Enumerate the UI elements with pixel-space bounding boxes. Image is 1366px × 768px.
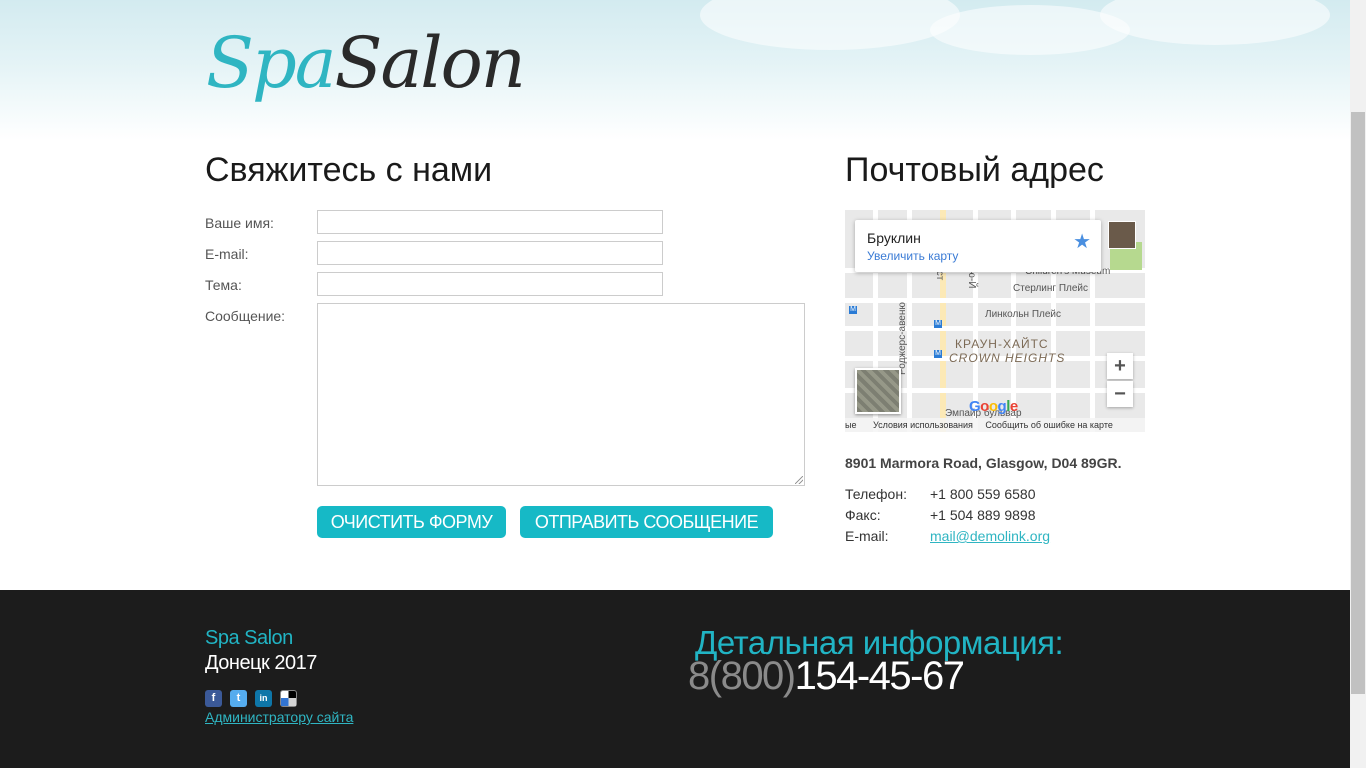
delicious-icon[interactable] bbox=[280, 690, 297, 707]
phone-label: Телефон: bbox=[845, 486, 907, 502]
metro-icon: M bbox=[934, 320, 942, 328]
postal-address: 8901 Marmora Road, Glasgow, D04 89GR. bbox=[845, 455, 1122, 471]
email-label: E-mail: bbox=[205, 246, 249, 262]
email-input[interactable] bbox=[317, 241, 663, 265]
save-star-icon[interactable]: ★ bbox=[1073, 229, 1091, 254]
header-background bbox=[0, 0, 1350, 140]
zoom-out-button[interactable]: − bbox=[1107, 381, 1133, 407]
map-report-link[interactable]: Сообщить об ошибке на карте bbox=[985, 420, 1112, 430]
footer-brand: Spa Salon bbox=[205, 627, 293, 649]
admin-link[interactable]: Администратору сайта bbox=[205, 709, 353, 725]
subject-label: Тема: bbox=[205, 277, 242, 293]
fax-label: Факс: bbox=[845, 507, 881, 523]
fax-value: +1 504 889 9898 bbox=[930, 507, 1036, 523]
phone-code: 8(800) bbox=[688, 654, 796, 698]
zoom-in-button[interactable]: + bbox=[1107, 353, 1133, 379]
resize-handle[interactable] bbox=[795, 476, 803, 484]
map-street-label: Стерлинг Плейс bbox=[1013, 283, 1089, 294]
metro-icon: M bbox=[934, 350, 942, 358]
enlarge-map-link[interactable]: Увеличить карту bbox=[867, 249, 958, 263]
send-message-button[interactable]: ОТПРАВИТЬ СООБЩЕНИЕ bbox=[520, 506, 773, 538]
map-footer-bar: ые Условия использования Сообщить об оши… bbox=[845, 418, 1145, 432]
scrollbar-thumb[interactable] bbox=[1351, 112, 1365, 694]
clear-form-button[interactable]: ОЧИСТИТЬ ФОРМУ bbox=[317, 506, 506, 538]
map-area-label-ru: КРАУН-ХАЙТС bbox=[955, 337, 1049, 351]
name-input[interactable] bbox=[317, 210, 663, 234]
map-street-label: Линкольн Плейс bbox=[985, 309, 1062, 320]
footer bbox=[0, 590, 1350, 768]
name-label: Ваше имя: bbox=[205, 215, 274, 231]
linkedin-icon[interactable]: in bbox=[255, 690, 272, 707]
map-place-name: Бруклин bbox=[867, 230, 921, 246]
map-street-label: Роджерс-авеню bbox=[897, 302, 908, 375]
twitter-icon[interactable]: t bbox=[230, 690, 247, 707]
map-area-label-en: CROWN HEIGHTS bbox=[949, 351, 1066, 365]
map-info-card: Бруклин Увеличить карту ★ bbox=[855, 220, 1101, 272]
logo-spa: Spa bbox=[206, 22, 336, 104]
google-map[interactable]: Стерлинг Плейс Линкольн Плейс Роджерс-ав… bbox=[845, 210, 1145, 432]
message-textarea[interactable] bbox=[317, 303, 805, 486]
footer-city-year: Донецк 2017 bbox=[205, 652, 317, 674]
site-logo[interactable]: Spa Salon bbox=[206, 22, 526, 128]
contact-title: Свяжитесь с нами bbox=[205, 151, 493, 189]
street-view-thumbnail[interactable] bbox=[1108, 221, 1136, 249]
email-contact-label: E-mail: bbox=[845, 528, 889, 544]
mail-address-title: Почтовый адрес bbox=[845, 151, 1104, 189]
metro-icon: M bbox=[849, 306, 857, 314]
google-logo: Google bbox=[969, 398, 1018, 415]
message-label: Сообщение: bbox=[205, 308, 286, 324]
footer-phone: 8(800)154-45-67 bbox=[688, 654, 965, 699]
phone-number: 154-45-67 bbox=[794, 654, 965, 698]
map-terms-link[interactable]: Условия использования bbox=[873, 420, 973, 430]
facebook-icon[interactable]: f bbox=[205, 690, 222, 707]
map-footer-fragment: ые bbox=[845, 420, 857, 430]
phone-value: +1 800 559 6580 bbox=[930, 486, 1036, 502]
subject-input[interactable] bbox=[317, 272, 663, 296]
email-link[interactable]: mail@demolink.org bbox=[930, 528, 1050, 544]
satellite-toggle[interactable] bbox=[855, 368, 901, 414]
logo-salon: Salon bbox=[334, 22, 526, 104]
